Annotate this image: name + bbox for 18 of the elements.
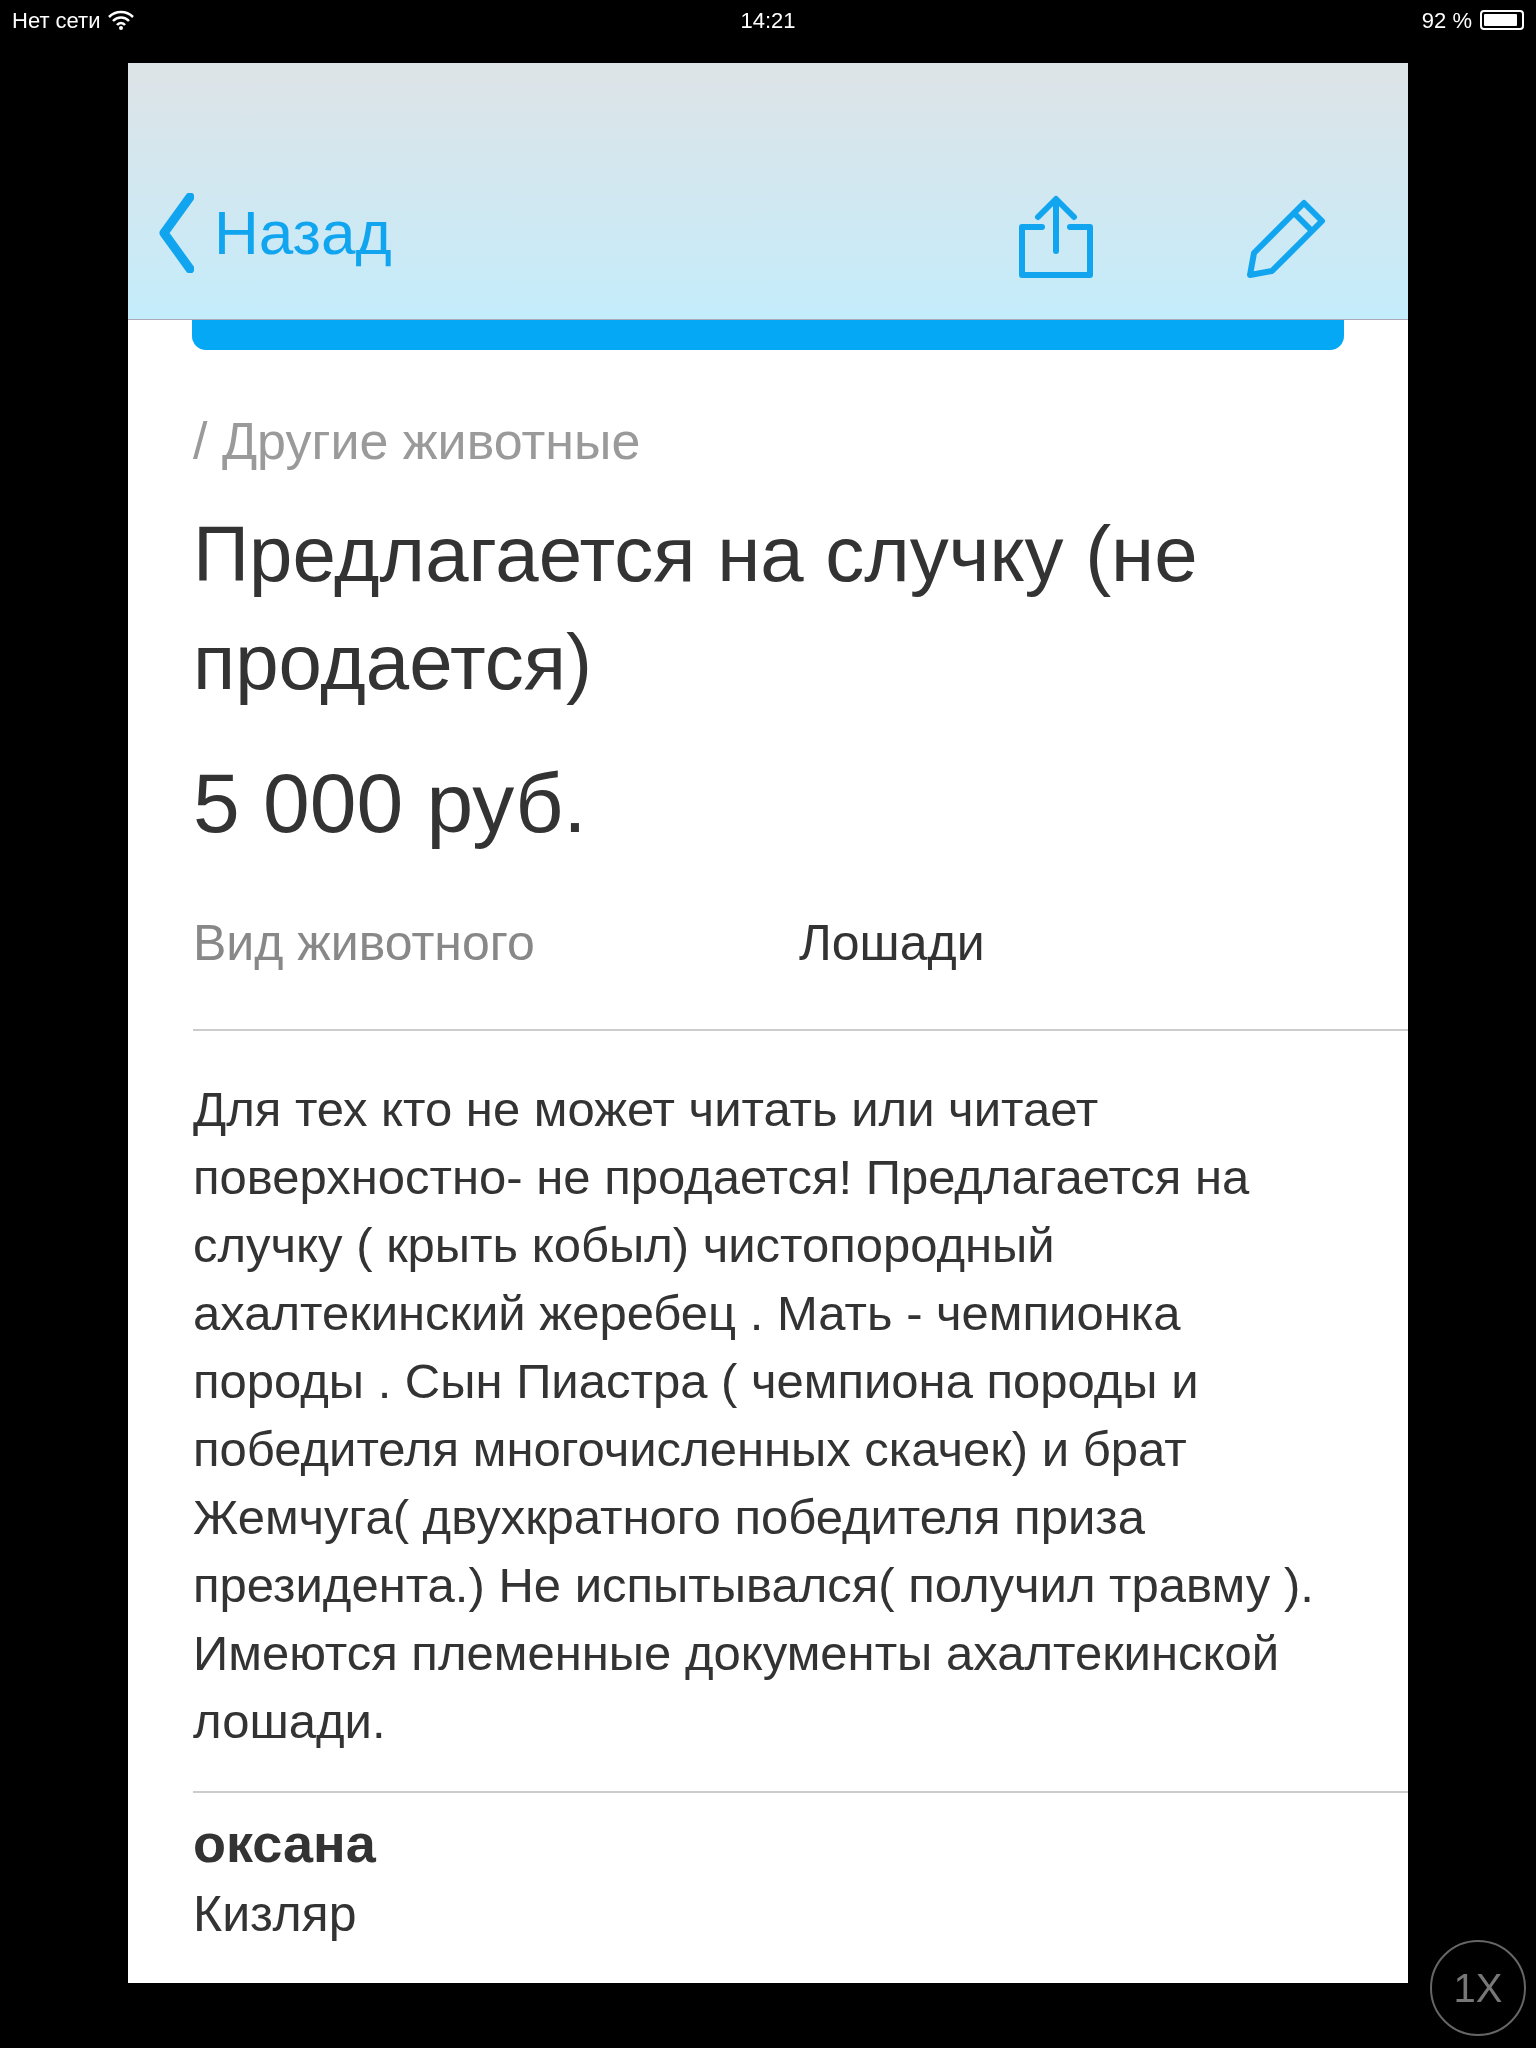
battery-text: 92 % <box>1421 6 1472 35</box>
attribute-value: Лошади <box>799 914 985 973</box>
zoom-button[interactable]: 1X <box>1430 1940 1526 2036</box>
wifi-icon <box>108 10 135 30</box>
breadcrumb[interactable]: / Другие животные <box>193 402 1408 480</box>
price: 5 000 руб. <box>193 755 588 852</box>
edit-button[interactable] <box>1246 197 1328 279</box>
description: Для тех кто не может читать или читает поверхностно- не продается! Предлагается на случку ( крыть кобыл) чистопородный ахалтекинский жеребец . Мать - чемпионка породы . Сын Пиастра ( чемпиона породы и победителя многочисленных скачек) и брат Жемчуга( двухкратного победителя приза президента.) Не испытывался( получил травму ). Имеются племенные документы ахалтекинской лошади. <box>193 1031 1408 1793</box>
clock-text: 14:21 <box>740 6 796 35</box>
carrier-text: Нет сети <box>12 6 101 35</box>
seller-name: оксана <box>193 1812 377 1875</box>
back-button[interactable]: Назад <box>158 186 392 279</box>
share-button[interactable] <box>1016 195 1096 279</box>
battery-icon <box>1480 10 1524 30</box>
listing-title: Предлагается на случку (не продается) <box>193 509 1199 708</box>
attribute-label: Вид животного <box>193 914 536 973</box>
seller-city: Кизляр <box>193 1885 358 1944</box>
chevron-left-icon <box>158 192 194 273</box>
